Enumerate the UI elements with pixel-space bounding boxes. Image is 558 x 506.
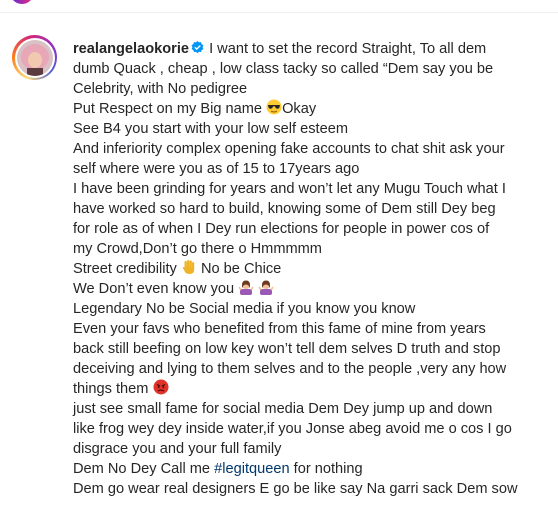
raised-hand-emoji-icon [181,259,197,275]
avatar-photo [16,39,53,76]
caption-line: have worked so hard to build, knowing so… [73,201,496,217]
profile-avatar[interactable] [12,35,57,80]
woman-shrugging-emoji-icon [238,279,254,295]
caption-line: Legendary No be Social media if you know… [73,301,416,317]
caption-line: Even your favs who benefited from this f… [73,321,486,337]
caption-line: dumb Quack , cheap , low class tacky so … [73,61,494,77]
caption-line: for role as of when I Dey run elections … [73,221,490,237]
caption-line: for nothing [293,461,363,477]
sunglasses-emoji-icon [266,99,282,115]
woman-shrugging-emoji-icon [258,279,274,295]
caption-line: Put Respect on my Big name [73,101,262,117]
post-caption: realangelaokorie I want to set the recor… [73,39,555,499]
caption-line: No be Chice [200,261,282,277]
previous-avatar-fragment [10,0,34,4]
caption-line: Dem No Dey Call me [73,461,211,477]
verified-badge-icon [191,40,204,54]
caption-line: deceiving and lying to them selves and t… [73,361,507,377]
caption-line: things them [73,381,149,397]
caption-line: just see small fame for social media Dem… [73,401,493,417]
caption-line: We Don’t even know you [73,281,235,297]
caption-line: back still beefing on low key won’t tell… [73,341,501,357]
caption-line: like frog wey dey inside water,if you Jo… [73,421,512,437]
caption-line: self where were you as of 15 to 17years … [73,161,360,177]
angry-face-emoji-icon [153,379,169,395]
separator-line [0,12,558,13]
caption-line: Dem go wear real designers E go be like … [73,481,518,497]
caption-line: I have been grinding for years and won’t… [73,181,506,197]
caption-line: See B4 you start with your low self este… [73,121,348,137]
username-link[interactable]: realangelaokorie [73,41,189,57]
hashtag-link[interactable]: #legitqueen [214,461,289,477]
caption-line: Celebrity, with No pedigree [73,81,248,97]
caption-line: I want to set the record Straight, To al… [209,41,487,57]
caption-line: my Crowd,Don’t go there o Hmmmmm [73,241,322,257]
caption-line: And inferiority complex opening fake acc… [73,141,505,157]
caption-line: disgrace you and your full family [73,441,282,457]
caption-line: Okay [282,101,317,117]
caption-line: Street credibility [73,261,177,277]
